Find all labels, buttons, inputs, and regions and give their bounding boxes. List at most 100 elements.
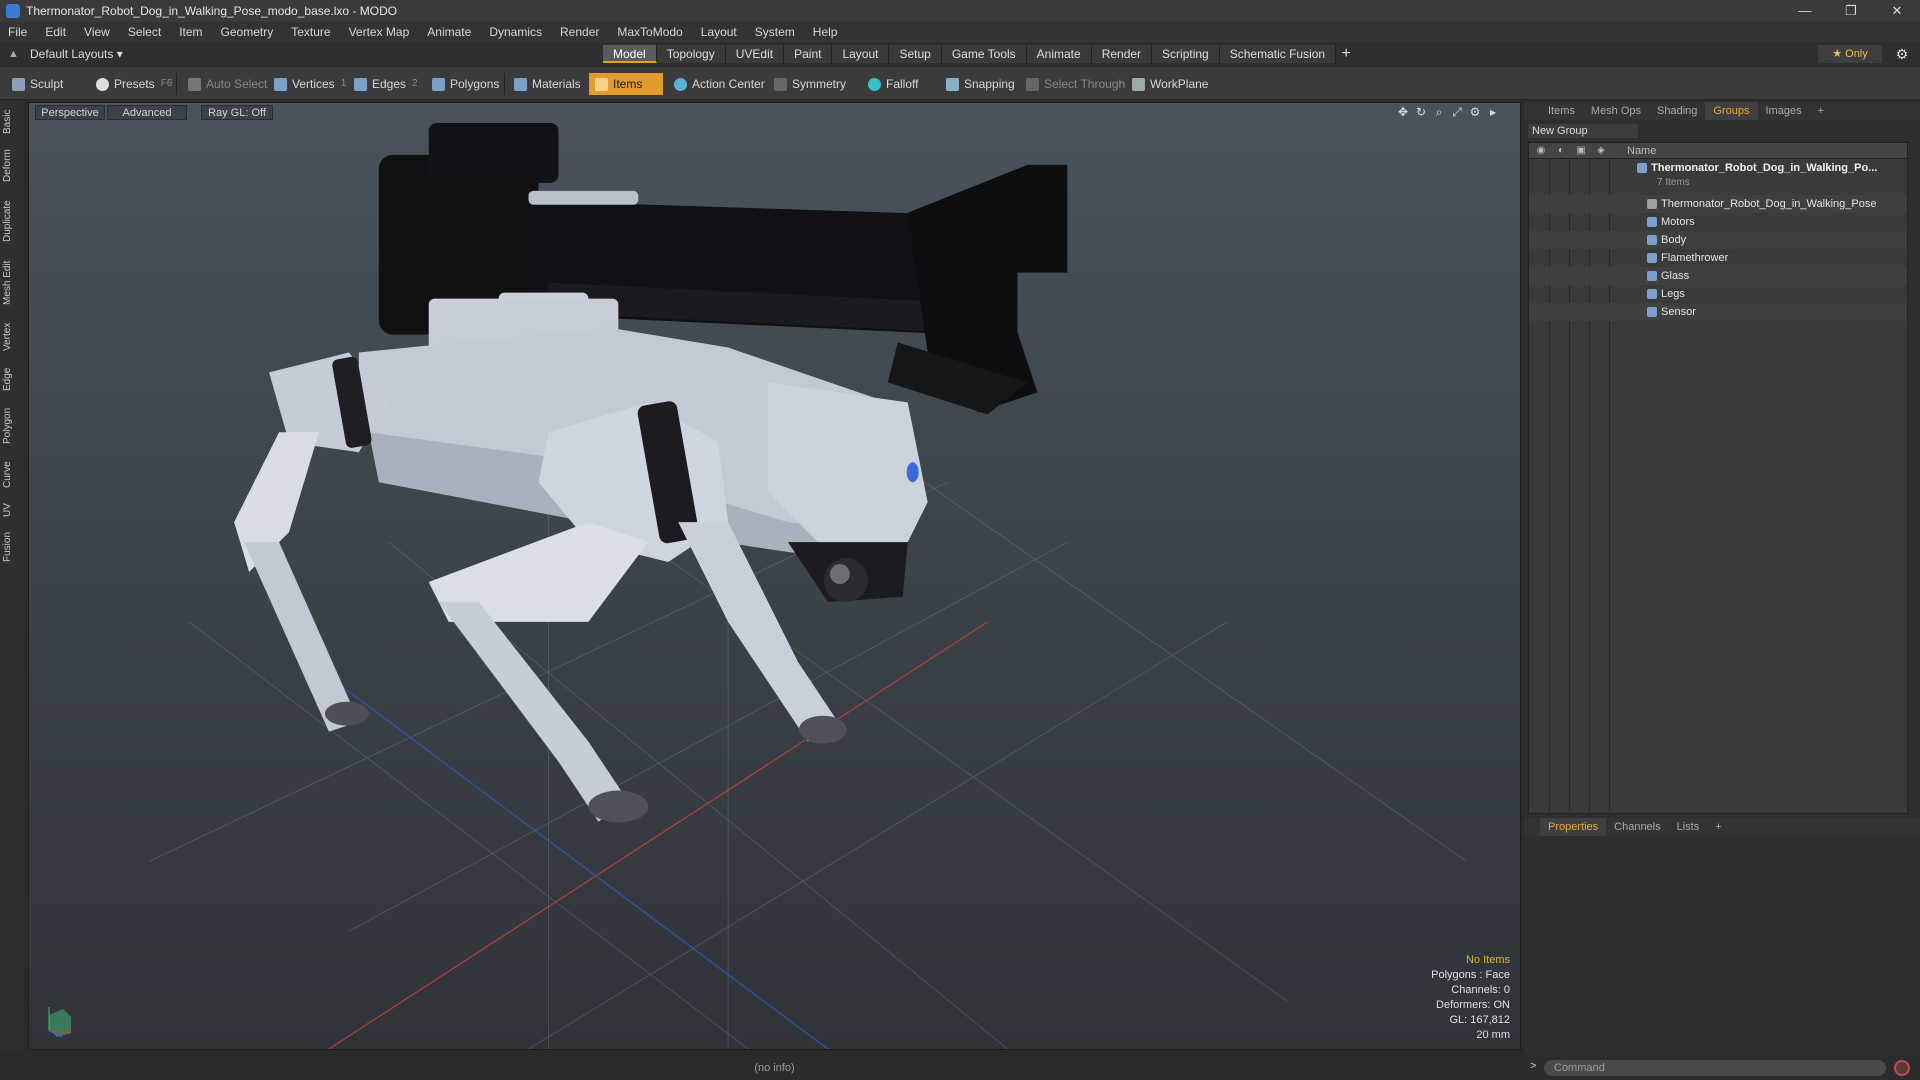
menu-edit[interactable]: Edit: [45, 25, 66, 39]
shading-mode-dropdown[interactable]: Advanced: [107, 105, 187, 120]
menu-help[interactable]: Help: [813, 25, 838, 39]
menu-vertex-map[interactable]: Vertex Map: [349, 25, 410, 39]
tab-game-tools[interactable]: Game Tools: [941, 45, 1027, 63]
list-item[interactable]: Thermonator_Robot_Dog_in_Walking_Pose: [1529, 195, 1907, 213]
tab-uvedit[interactable]: UVEdit: [725, 45, 785, 63]
menu-animate[interactable]: Animate: [427, 25, 471, 39]
tab-animate[interactable]: Animate: [1026, 45, 1092, 63]
viewport-nav-icons: ✥ ↻ ⌕ ⤢ ⚙ ▸: [1394, 105, 1502, 120]
tab-lists[interactable]: Lists: [1669, 818, 1708, 836]
rotate-icon[interactable]: ↻: [1412, 105, 1430, 120]
view-mode-dropdown[interactable]: Perspective: [35, 105, 105, 120]
restore-button[interactable]: ❐: [1828, 0, 1874, 22]
menu-view[interactable]: View: [84, 25, 110, 39]
auto-select-button[interactable]: Auto Select: [182, 73, 273, 95]
gear-icon[interactable]: ⚙: [1892, 45, 1912, 63]
tab-uv[interactable]: UV: [2, 499, 22, 521]
name-column-header[interactable]: Name: [1627, 143, 1656, 159]
menu-maxtomodo[interactable]: MaxToModo: [617, 25, 682, 39]
list-item[interactable]: Motors: [1529, 213, 1907, 231]
viewport-settings-icon[interactable]: ⚙: [1466, 105, 1484, 120]
fit-icon[interactable]: ⤢: [1448, 105, 1466, 120]
tab-properties[interactable]: Properties: [1540, 818, 1607, 836]
presets-button[interactable]: Presets F6: [90, 73, 178, 95]
polygons-button[interactable]: Polygons: [426, 73, 505, 95]
robot-dog-model[interactable]: [29, 103, 1520, 1049]
zoom-icon[interactable]: ⌕: [1430, 105, 1448, 120]
grid-scale-info: 20 mm: [1476, 1029, 1510, 1041]
select-icon[interactable]: ◈: [1591, 143, 1611, 159]
tab-fusion[interactable]: Fusion: [2, 527, 22, 567]
tab-model[interactable]: Model: [603, 45, 657, 63]
close-button[interactable]: ✕: [1874, 0, 1920, 22]
axis-gizmo-icon: [48, 1007, 72, 1037]
tab-edge[interactable]: Edge: [2, 363, 22, 395]
tab-topology[interactable]: Topology: [656, 45, 726, 63]
tab-images[interactable]: Images: [1758, 102, 1810, 120]
menu-layout[interactable]: Layout: [701, 25, 737, 39]
tab-curve[interactable]: Curve: [2, 457, 22, 493]
tab-polygon[interactable]: Polygon: [2, 401, 22, 451]
tab-channels[interactable]: Channels: [1606, 818, 1668, 836]
lock-icon[interactable]: ▣: [1571, 143, 1591, 159]
list-item[interactable]: Sensor: [1529, 303, 1907, 321]
menu-render[interactable]: Render: [560, 25, 599, 39]
action-center-button[interactable]: Action Center: [668, 73, 771, 95]
add-tab-icon[interactable]: +: [1336, 45, 1356, 63]
list-item[interactable]: Flamethrower: [1529, 249, 1907, 267]
viewport-expand-icon[interactable]: ▸: [1484, 105, 1502, 120]
tab-paint[interactable]: Paint: [784, 45, 833, 63]
falloff-button[interactable]: Falloff: [862, 73, 924, 95]
raygl-toggle[interactable]: Ray GL: Off: [201, 105, 273, 120]
list-item[interactable]: Glass: [1529, 267, 1907, 285]
command-input[interactable]: Command: [1544, 1060, 1886, 1076]
tab-vertex[interactable]: Vertex: [2, 317, 22, 357]
stop-icon[interactable]: [1894, 1060, 1910, 1076]
tab-deform[interactable]: Deform: [2, 145, 22, 187]
tab-setup[interactable]: Setup: [889, 45, 942, 63]
render-icon[interactable]: ◐: [1551, 143, 1571, 159]
tab-layout[interactable]: Layout: [832, 45, 890, 63]
tab-groups[interactable]: Groups: [1705, 102, 1758, 120]
edges-button[interactable]: Edges 2: [348, 73, 424, 95]
new-group-button[interactable]: New Group: [1528, 124, 1638, 138]
falloff-label: Falloff: [886, 77, 919, 91]
menu-texture[interactable]: Texture: [291, 25, 330, 39]
tab-shading[interactable]: Shading: [1649, 102, 1705, 120]
tab-items[interactable]: Items: [1540, 102, 1583, 120]
materials-button[interactable]: Materials: [508, 73, 587, 95]
tab-render[interactable]: Render: [1091, 45, 1153, 63]
menu-item[interactable]: Item: [179, 25, 202, 39]
workplane-icon: [1132, 77, 1145, 91]
items-icon: [595, 77, 608, 91]
tab-duplicate[interactable]: Duplicate: [2, 193, 22, 249]
tab-schematic-fusion[interactable]: Schematic Fusion: [1219, 45, 1337, 63]
menu-select[interactable]: Select: [128, 25, 161, 39]
select-through-button[interactable]: Select Through: [1020, 73, 1131, 95]
pan-icon[interactable]: ✥: [1394, 105, 1412, 120]
symmetry-button[interactable]: Symmetry: [768, 73, 852, 95]
tab-mesh-edit[interactable]: Mesh Edit: [2, 255, 22, 311]
menu-geometry[interactable]: Geometry: [221, 25, 274, 39]
only-toggle-button[interactable]: ★ Only: [1818, 45, 1882, 63]
visibility-eye-icon[interactable]: ◉: [1531, 143, 1551, 159]
menu-file[interactable]: File: [8, 25, 27, 39]
vertices-button[interactable]: Vertices 1: [268, 73, 352, 95]
tab-mesh-ops[interactable]: Mesh Ops: [1583, 102, 1649, 120]
list-item[interactable]: Legs: [1529, 285, 1907, 303]
add-properties-tab-icon[interactable]: +: [1707, 818, 1729, 836]
workplane-button[interactable]: WorkPlane: [1126, 73, 1214, 95]
3d-viewport[interactable]: Perspective Advanced Ray GL: Off ✥ ↻ ⌕ ⤢…: [28, 102, 1521, 1050]
sculpt-button[interactable]: Sculpt: [6, 73, 69, 95]
minimize-button[interactable]: —: [1782, 0, 1828, 22]
add-panel-tab-icon[interactable]: +: [1810, 102, 1832, 120]
list-item[interactable]: Body: [1529, 231, 1907, 249]
layout-up-icon[interactable]: ▲: [8, 48, 20, 60]
tab-basic[interactable]: Basic: [2, 105, 22, 139]
snapping-button[interactable]: Snapping: [940, 73, 1021, 95]
menu-dynamics[interactable]: Dynamics: [489, 25, 542, 39]
tab-scripting[interactable]: Scripting: [1152, 45, 1220, 63]
items-mode-button[interactable]: Items: [589, 73, 663, 95]
menu-system[interactable]: System: [755, 25, 795, 39]
layout-dropdown[interactable]: ▲ Default Layouts ▾: [8, 45, 123, 63]
